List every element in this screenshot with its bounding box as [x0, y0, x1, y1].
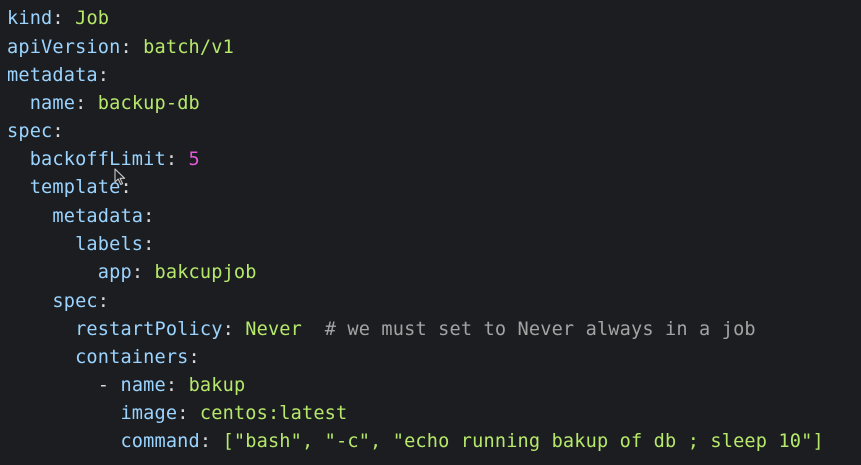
yaml-key: command: [120, 431, 200, 452]
yaml-key: name: [120, 375, 166, 396]
yaml-key: containers: [75, 347, 189, 368]
yaml-key: spec: [7, 121, 53, 142]
code-line: restartPolicy: Never # we must set to Ne…: [7, 316, 756, 344]
list-dash: -: [97, 375, 121, 396]
code-line: kind: Job: [7, 8, 110, 29]
code-line: command: ["bash", "-c", "echo running ba…: [7, 428, 824, 456]
code-line: backoffLimit: 5: [7, 146, 200, 174]
yaml-key: restartPolicy: [75, 319, 223, 340]
yaml-key: apiVersion: [7, 37, 121, 58]
yaml-key: template: [29, 177, 121, 198]
yaml-value: Job: [75, 8, 110, 29]
yaml-key: labels: [75, 234, 144, 255]
yaml-value: ["bash", "-c", "echo running bakup of db…: [222, 431, 824, 452]
yaml-value: bakup: [188, 375, 246, 396]
yaml-value: Never: [245, 319, 302, 340]
code-line: apiVersion: batch/v1: [7, 37, 234, 58]
mouse-pointer-icon: [114, 168, 126, 186]
yaml-key: name: [29, 93, 76, 114]
code-line: - name: bakup: [7, 372, 245, 400]
yaml-key: metadata: [7, 65, 98, 86]
code-line: name: backup-db: [7, 90, 200, 118]
yaml-key: metadata: [52, 206, 144, 227]
code-line: containers:: [7, 344, 200, 372]
code-line: app: bakcupjob: [7, 259, 257, 287]
yaml-value: backup-db: [97, 93, 200, 114]
yaml-number: 5: [188, 149, 200, 170]
code-line: metadata:: [7, 65, 110, 86]
yaml-key: image: [120, 403, 178, 424]
code-line: image: centos:latest: [7, 400, 347, 428]
yaml-value: batch/v1: [143, 37, 234, 58]
yaml-value: bakcupjob: [154, 262, 257, 283]
code-editor[interactable]: kind: Job apiVersion: batch/v1 metadata:…: [0, 0, 861, 465]
code-line: labels:: [7, 231, 155, 259]
yaml-key: backoffLimit: [29, 149, 166, 170]
yaml-key: app: [97, 262, 132, 283]
code-line: metadata:: [7, 203, 155, 231]
yaml-key: kind: [7, 8, 53, 29]
code-line: spec:: [7, 288, 109, 316]
code-line: spec:: [7, 121, 64, 142]
yaml-comment: # we must set to Never always in a job: [302, 319, 756, 340]
yaml-key: spec: [52, 291, 98, 312]
yaml-value: centos:latest: [199, 403, 348, 424]
